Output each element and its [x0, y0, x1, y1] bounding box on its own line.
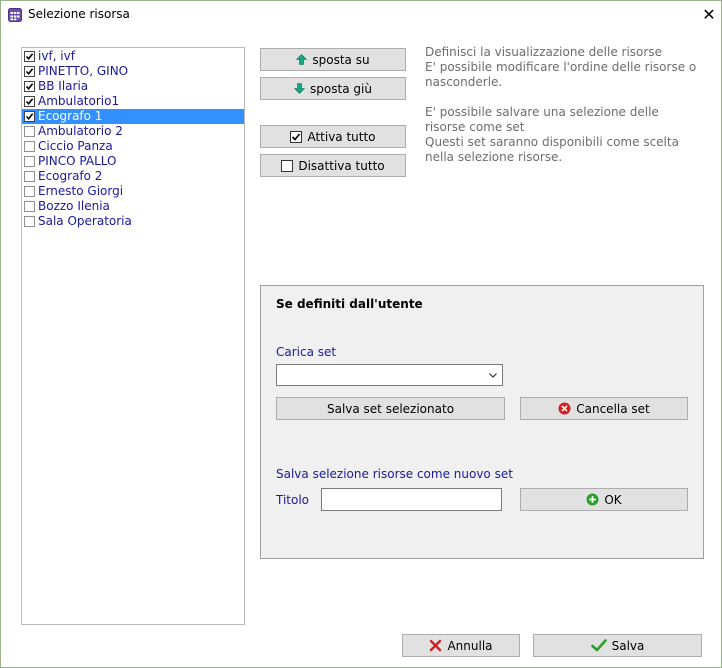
checkbox-checked[interactable] — [24, 111, 35, 122]
list-item[interactable]: PINCO PALLO — [22, 154, 244, 169]
ok-label: OK — [604, 492, 622, 507]
info-line: nasconderle. — [425, 75, 503, 89]
save-button[interactable]: Salva — [533, 634, 702, 657]
list-item-label: PINETTO, GINO — [38, 64, 129, 78]
checkbox-unchecked[interactable] — [24, 171, 35, 182]
list-item[interactable]: Ambulatorio 2 — [22, 124, 244, 139]
calendar-grid-icon — [8, 8, 22, 22]
list-item[interactable]: Ambulatorio1 — [22, 94, 244, 109]
info-line: nella selezione risorse. — [425, 150, 563, 164]
list-item-label: Sala Operatoria — [38, 214, 132, 228]
checkbox-checked[interactable] — [24, 51, 35, 62]
checkbox-checked-icon — [290, 130, 303, 143]
title-bar[interactable]: Selezione risorsa ✕ — [1, 1, 721, 29]
info-line: risorse come set — [425, 120, 525, 134]
list-item[interactable]: Ciccio Panza — [22, 139, 244, 154]
load-set-label: Carica set — [276, 345, 337, 359]
info-line: Definisci la visualizzazione delle risor… — [425, 45, 662, 59]
dialog-window: Selezione risorsa ✕ ivf, ivf PINETTO, GIN… — [0, 0, 722, 668]
info-line: E' possibile modificare l'ordine delle r… — [425, 60, 697, 74]
resource-list[interactable]: ivf, ivf PINETTO, GINO BB Ilaria Ambulatori… — [21, 47, 245, 625]
save-selected-set-label: Salva set selezionato — [326, 401, 455, 416]
list-item[interactable]: Sala Operatoria — [22, 214, 244, 229]
checkbox-unchecked[interactable] — [24, 186, 35, 197]
list-item-label: Ambulatorio1 — [38, 94, 120, 108]
info-text: Definisci la visualizzazione delle risor… — [425, 45, 705, 165]
checkbox-unchecked[interactable] — [24, 141, 35, 152]
arrow-down-icon — [294, 83, 306, 94]
cancel-button[interactable]: Annulla — [402, 634, 520, 657]
load-set-select[interactable] — [276, 364, 503, 386]
checkbox-checked[interactable] — [24, 96, 35, 107]
list-item-label: Ciccio Panza — [38, 139, 113, 153]
list-item[interactable]: Ecografo 2 — [22, 169, 244, 184]
deactivate-all-label: Disattiva tutto — [298, 158, 385, 173]
close-icon — [430, 639, 442, 652]
list-item-label: Ecografo 1 — [38, 109, 103, 123]
cancel-label: Annulla — [447, 638, 493, 653]
delete-set-label: Cancella set — [576, 401, 650, 416]
list-item[interactable]: PINETTO, GINO — [22, 64, 244, 79]
deactivate-all-button[interactable]: Disattiva tutto — [260, 154, 406, 177]
list-item-label: Ambulatorio 2 — [38, 124, 123, 138]
list-item-label: BB Ilaria — [38, 79, 89, 93]
activate-all-label: Attiva tutto — [307, 129, 376, 144]
delete-set-button[interactable]: Cancella set — [520, 397, 688, 420]
move-down-label: sposta giù — [310, 81, 372, 96]
info-line: E' possibile salvare una selezione delle — [425, 105, 659, 119]
checkmark-icon — [590, 639, 607, 652]
checkbox-checked[interactable] — [24, 66, 35, 77]
list-item-label: PINCO PALLO — [38, 154, 117, 168]
list-item[interactable]: ivf, ivf — [22, 49, 244, 64]
move-up-label: sposta su — [312, 52, 370, 67]
save-new-set-label: Salva selezione risorse come nuovo set — [276, 467, 513, 481]
save-label: Salva — [611, 638, 645, 653]
activate-all-button[interactable]: Attiva tutto — [260, 125, 406, 148]
move-up-button[interactable]: sposta su — [260, 48, 406, 71]
list-item[interactable]: Ernesto Giorgi — [22, 184, 244, 199]
list-item-label: ivf, ivf — [38, 49, 75, 63]
checkbox-empty-icon — [281, 159, 294, 172]
list-item-label: Ecografo 2 — [38, 169, 103, 183]
chevron-down-icon — [489, 373, 497, 378]
list-item-label: Ernesto Giorgi — [38, 184, 124, 198]
checkbox-unchecked[interactable] — [24, 216, 35, 227]
list-item[interactable]: Ecografo 1 — [22, 109, 244, 124]
checkbox-unchecked[interactable] — [24, 126, 35, 137]
checkbox-checked[interactable] — [24, 81, 35, 92]
ok-button[interactable]: OK — [520, 488, 688, 511]
move-down-button[interactable]: sposta giù — [260, 77, 406, 100]
list-item[interactable]: Bozzo Ilenia — [22, 199, 244, 214]
add-icon — [586, 493, 599, 506]
checkbox-unchecked[interactable] — [24, 201, 35, 212]
arrow-up-icon — [296, 54, 308, 65]
title-input[interactable] — [321, 488, 502, 511]
user-sets-title: Se definiti dall'utente — [276, 297, 423, 311]
save-selected-set-button[interactable]: Salva set selezionato — [276, 397, 505, 420]
window-title: Selezione risorsa — [28, 7, 130, 21]
list-item-label: Bozzo Ilenia — [38, 199, 110, 213]
list-item[interactable]: BB Ilaria — [22, 79, 244, 94]
title-label: Titolo — [276, 493, 310, 507]
delete-icon — [558, 402, 571, 415]
user-sets-panel: Se definiti dall'utente Carica set Salva… — [260, 285, 704, 559]
info-line: Questi set saranno disponibili come scel… — [425, 135, 679, 149]
close-icon[interactable]: ✕ — [699, 4, 719, 26]
checkbox-unchecked[interactable] — [24, 156, 35, 167]
